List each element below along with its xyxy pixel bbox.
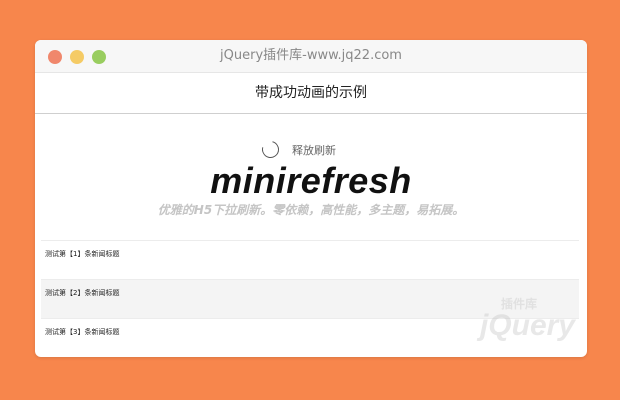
loading-spinner-icon [258, 137, 283, 162]
browser-window: jQuery插件库-www.jq22.com 带成功动画的示例 释放刷新 min… [35, 40, 587, 357]
jquery-watermark-logo: 插件库 jQuery [465, 295, 575, 343]
refresh-status-text: 释放刷新 [292, 144, 336, 157]
pull-refresh-area[interactable]: 释放刷新 minirefresh 优雅的H5下拉刷新。零依赖，高性能，多主题，易… [35, 114, 587, 240]
page-title: 带成功动画的示例 [35, 73, 587, 114]
window-titlebar: jQuery插件库-www.jq22.com [35, 40, 587, 73]
list-item-label: 测试第【2】条新闻标题 [45, 289, 120, 297]
window-title: jQuery插件库-www.jq22.com [220, 48, 402, 63]
brand-name: minirefresh [210, 160, 412, 201]
list-item-label: 测试第【1】条新闻标题 [45, 250, 120, 258]
brand-tagline: 优雅的H5下拉刷新。零依赖，高性能，多主题，易拓展。 [157, 203, 465, 217]
watermark-logo-text: jQuery [479, 309, 575, 342]
list-item-label: 测试第【3】条新闻标题 [45, 328, 120, 336]
list-item[interactable]: 测试第【1】条新闻标题 [41, 240, 579, 279]
